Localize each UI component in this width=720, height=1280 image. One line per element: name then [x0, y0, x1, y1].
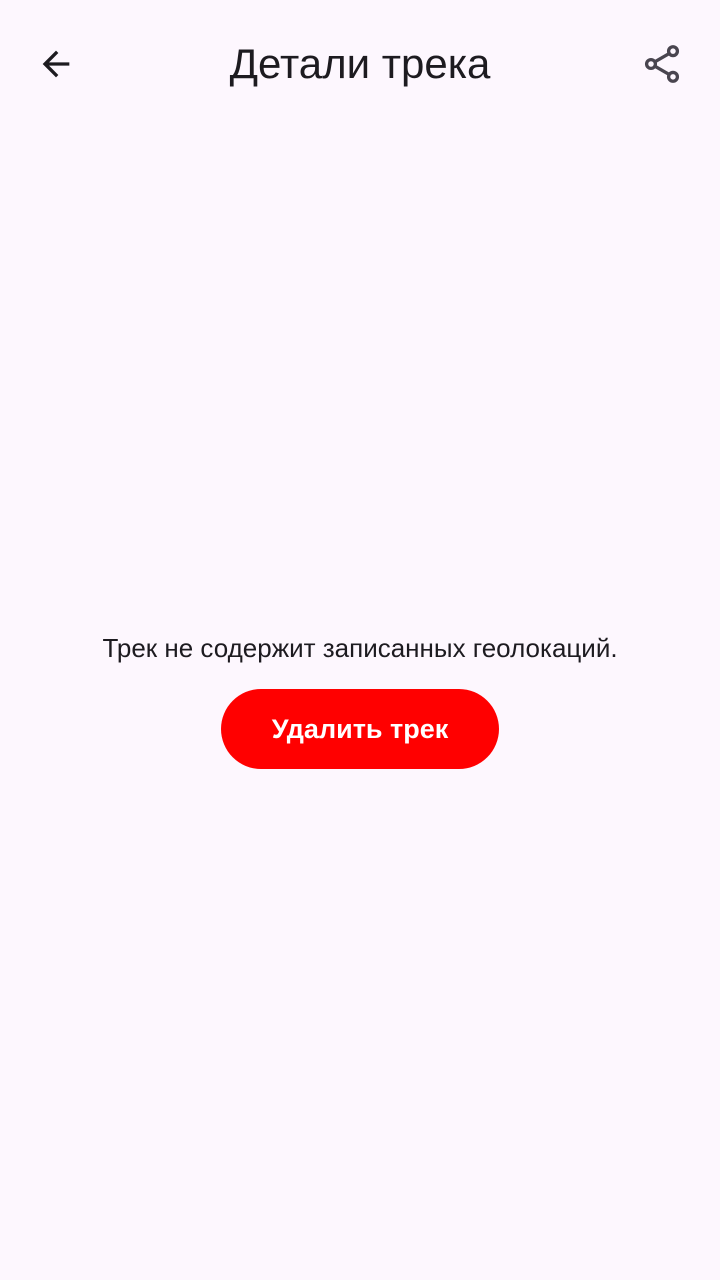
empty-state: Трек не содержит записанных геолокаций. … [0, 620, 720, 769]
page-title: Детали трека [229, 40, 491, 87]
back-button[interactable] [16, 24, 96, 104]
top-app-bar: Детали трека [0, 0, 720, 128]
track-details-screen: Детали трека Трек не содержит записанных… [0, 0, 720, 1280]
share-icon [644, 45, 680, 83]
delete-track-button[interactable]: Удалить трек [221, 689, 499, 769]
arrow-back-icon [42, 50, 70, 78]
empty-track-message: Трек не содержит записанных геолокаций. [102, 633, 618, 663]
share-button[interactable] [622, 24, 702, 104]
